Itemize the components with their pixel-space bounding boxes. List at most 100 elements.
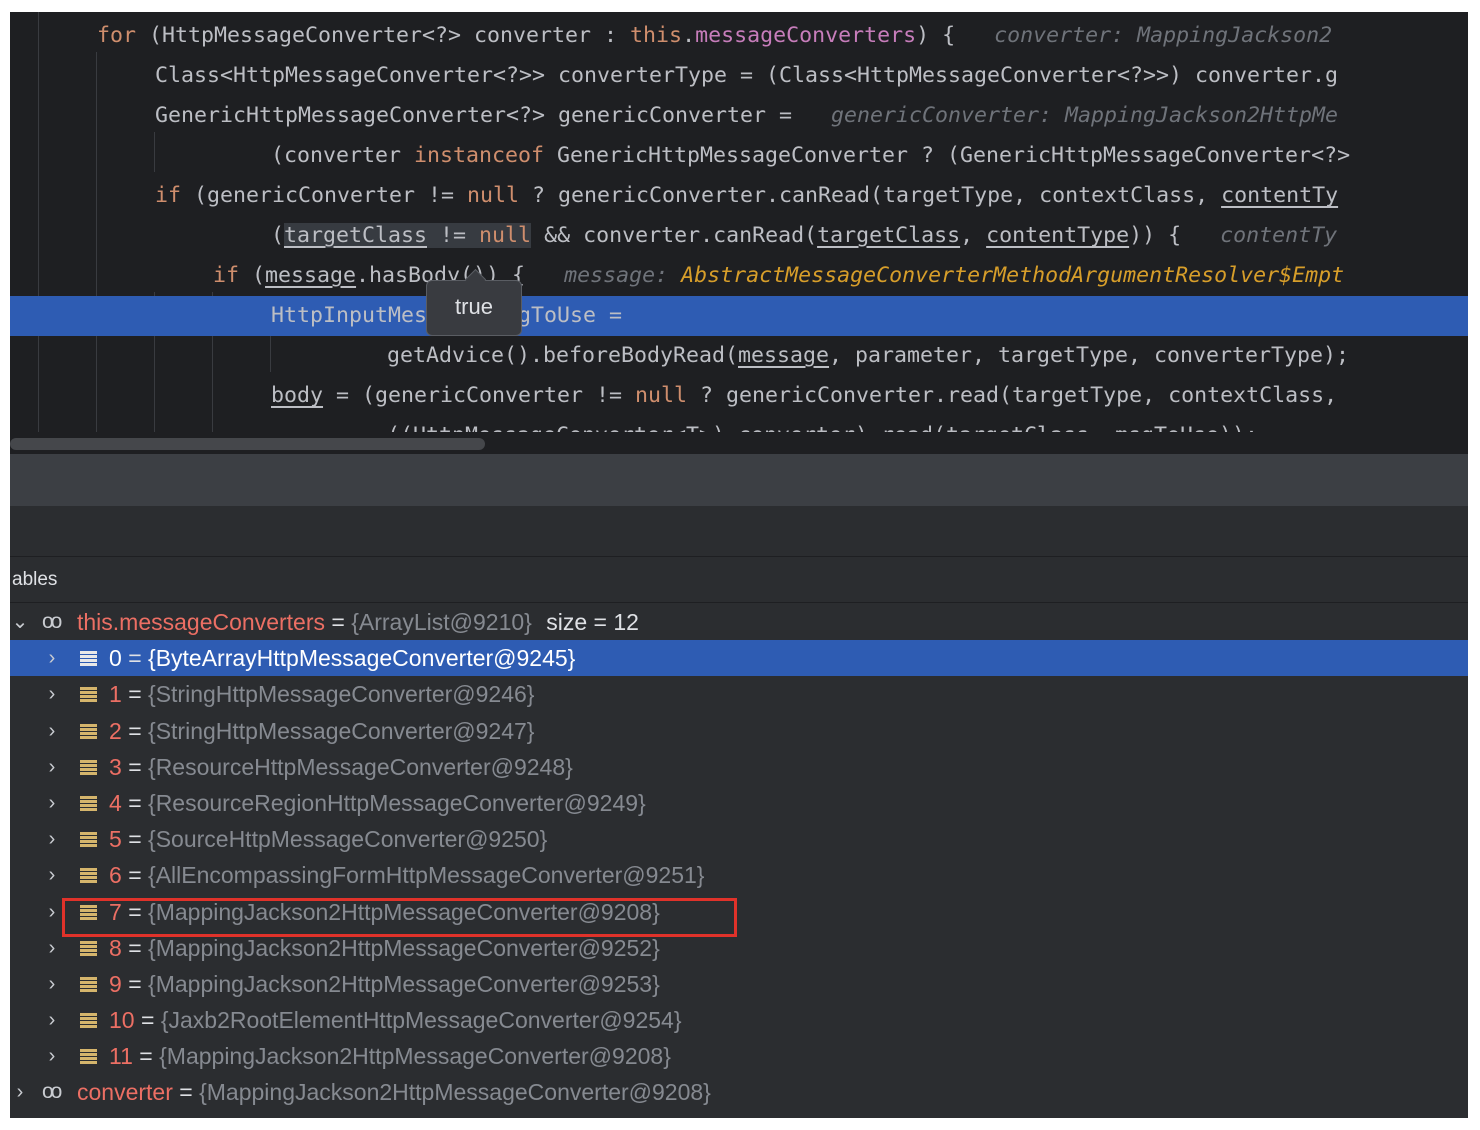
code-token: contentTy [1221, 183, 1339, 208]
var-index: 9 [109, 970, 122, 997]
watch-glasses-icon: oo [42, 610, 62, 633]
var-value: {ByteArrayHttpMessageConverter@9245} [148, 645, 576, 672]
code-token: converter: MappingJackson2 [994, 23, 1333, 48]
tree-row-item[interactable]: › 1 = {StringHttpMessageConverter@9246} [10, 676, 1468, 712]
tree-row-item[interactable]: › 3 = {ResourceHttpMessageConverter@9248} [10, 749, 1468, 785]
code-line[interactable]: body = (genericConverter != null ? gener… [10, 376, 1468, 416]
var-value: {MappingJackson2HttpMessageConverter@920… [199, 1079, 711, 1106]
chevron-right-icon[interactable]: › [42, 894, 62, 930]
code-line-current[interactable]: HttpInputMessage msgToUse = [10, 296, 1468, 336]
var-index: 11 [109, 1043, 133, 1070]
chevron-right-icon[interactable]: › [42, 821, 62, 857]
chevron-right-icon[interactable]: › [42, 1038, 62, 1074]
tree-row-item[interactable]: › 5 = {SourceHttpMessageConverter@9250} [10, 821, 1468, 857]
code-token: null [635, 383, 688, 408]
code-line[interactable]: GenericHttpMessageConverter<?> genericCo… [10, 96, 1468, 136]
var-eq: = [128, 717, 142, 744]
variables-tree[interactable]: ⌄ oo this.messageConverters = {ArrayList… [10, 604, 1468, 1111]
var-eq: = [128, 826, 142, 853]
code-token: targetClass [817, 223, 961, 248]
var-index: 5 [109, 826, 122, 853]
code-line[interactable]: if (message.hasBody()) { message: Abstra… [10, 256, 1468, 296]
code-token: message [738, 343, 830, 368]
code-token: AbstractMessageConverterMethodArgumentRe… [681, 263, 1345, 288]
var-eq: = [128, 681, 142, 708]
code-token: ) { [916, 23, 995, 48]
chevron-right-icon[interactable]: › [42, 966, 62, 1002]
code-token: contentType [986, 223, 1130, 248]
var-value: {SourceHttpMessageConverter@9250} [148, 826, 548, 853]
code-line[interactable]: for (HttpMessageConverter<?> converter :… [10, 16, 1468, 56]
tree-row-item[interactable]: › 0 = {ByteArrayHttpMessageConverter@9245… [10, 640, 1468, 677]
var-index: 3 [109, 753, 122, 780]
code-editor[interactable]: for (HttpMessageConverter<?> converter :… [10, 12, 1468, 432]
var-value: {MappingJackson2HttpMessageConverter@920… [159, 1043, 671, 1070]
code-token: genericConverter: MappingJackson2HttpMe [831, 103, 1339, 128]
var-eq: = [331, 609, 345, 635]
chevron-right-icon[interactable]: › [42, 749, 62, 785]
code-token: ? genericConverter.canRead(targetType, c… [519, 183, 1222, 208]
code-line[interactable]: (targetClass != null && converter.canRea… [10, 216, 1468, 256]
tree-row-converter[interactable]: › oo converter = {MappingJackson2HttpMes… [10, 1074, 1468, 1110]
code-line[interactable]: if (genericConverter != null ? genericCo… [10, 176, 1468, 216]
chevron-right-icon[interactable]: › [42, 857, 62, 893]
code-token: ((HttpMessageConverter<T>) converter).re… [387, 423, 1258, 432]
tree-row-item[interactable]: › 10 = {Jaxb2RootElementHttpMessageConver… [10, 1002, 1468, 1038]
tree-row-item[interactable]: › 9 = {MappingJackson2HttpMessageConverte… [10, 966, 1468, 1002]
code-token: getAdvice().beforeBodyRead( [387, 343, 739, 368]
var-size: size = 12 [546, 609, 639, 635]
var-index: 8 [109, 934, 122, 961]
var-index: 4 [109, 789, 122, 816]
tree-row-item[interactable]: › 6 = {AllEncompassingFormHttpMessageConv… [10, 857, 1468, 893]
code-token: Class<HttpMessageConverter<?>> converter… [155, 63, 1339, 88]
var-value: {Jaxb2RootElementHttpMessageConverter@92… [160, 1007, 682, 1034]
var-name: converter [77, 1079, 173, 1106]
chevron-right-icon[interactable]: › [42, 1002, 62, 1038]
code-token: if [155, 183, 182, 208]
code-token: message: [564, 263, 682, 288]
array-element-icon [80, 723, 97, 739]
chevron-down-icon[interactable]: ⌄ [10, 604, 30, 640]
code-token: ( [239, 263, 266, 288]
chevron-right-icon[interactable]: › [42, 930, 62, 966]
var-eq: = [179, 1079, 193, 1106]
code-token: , parameter, targetType, converterType); [829, 343, 1350, 368]
tree-row-item[interactable]: › 2 = {StringHttpMessageConverter@9247} [10, 713, 1468, 749]
code-line[interactable]: (converter instanceof GenericHttpMessage… [10, 136, 1468, 176]
chevron-right-icon[interactable]: › [42, 676, 62, 712]
tree-row-root[interactable]: ⌄ oo this.messageConverters = {ArrayList… [10, 604, 1468, 640]
highlight-box [62, 898, 737, 937]
array-element-icon [80, 868, 97, 884]
var-eq: = [140, 1007, 155, 1034]
var-value: {StringHttpMessageConverter@9247} [148, 717, 535, 744]
chevron-right-icon[interactable]: › [42, 640, 62, 676]
code-token: for [97, 23, 150, 48]
tree-row-item[interactable]: › 4 = {ResourceRegionHttpMessageConverter… [10, 785, 1468, 821]
code-token: messageConverters [695, 23, 917, 48]
code-token: != [427, 223, 480, 248]
var-index: 1 [109, 681, 122, 708]
array-element-icon [80, 940, 97, 956]
code-line[interactable]: ((HttpMessageConverter<T>) converter).re… [10, 416, 1468, 432]
tree-row-item[interactable]: › 11 = {MappingJackson2HttpMessageConvert… [10, 1038, 1468, 1074]
horizontal-scrollbar[interactable] [10, 432, 1468, 454]
code-line[interactable]: getAdvice().beforeBodyRead(message, para… [10, 336, 1468, 376]
value-tooltip: true [426, 268, 522, 336]
chevron-right-icon[interactable]: › [42, 785, 62, 821]
tree-children: › 0 = {ByteArrayHttpMessageConverter@9245… [10, 640, 1468, 1074]
chevron-right-icon[interactable]: › [42, 713, 62, 749]
code-token: ? genericConverter.read(targetType, cont… [687, 383, 1338, 408]
var-value: {MappingJackson2HttpMessageConverter@925… [148, 934, 660, 961]
scrollbar-thumb[interactable] [10, 438, 485, 450]
code-token: , [960, 223, 987, 248]
var-index: 6 [109, 862, 122, 889]
var-eq: = [139, 1043, 153, 1070]
var-name: this.messageConverters [77, 609, 325, 635]
chevron-right-icon[interactable]: › [10, 1074, 30, 1110]
var-value: {ResourceHttpMessageConverter@9248} [148, 753, 573, 780]
var-eq: = [128, 970, 142, 997]
var-eq: = [128, 753, 142, 780]
code-line[interactable]: Class<HttpMessageConverter<?>> converter… [10, 56, 1468, 96]
array-element-icon [80, 1049, 97, 1065]
code-token: null [479, 223, 532, 248]
